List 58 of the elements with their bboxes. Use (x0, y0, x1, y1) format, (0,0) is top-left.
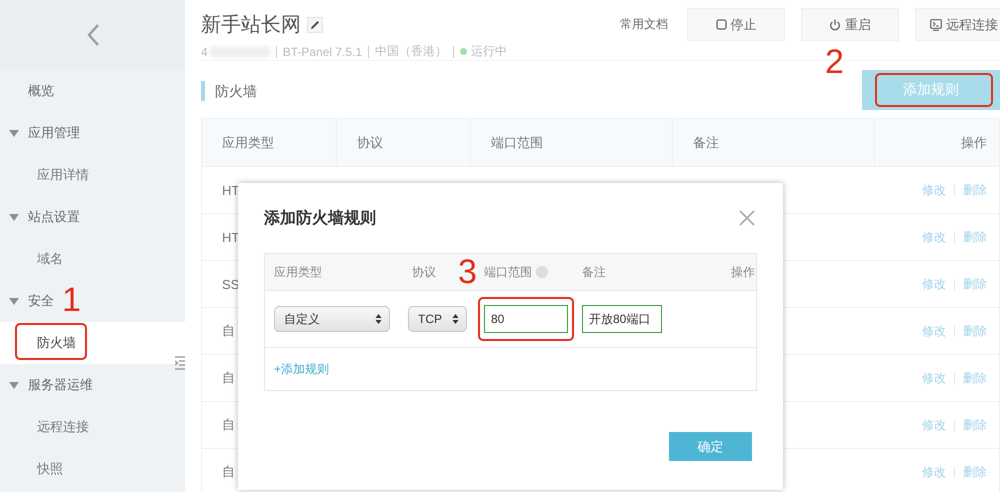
terminal-icon (930, 18, 942, 30)
column-header: 协议 (337, 119, 471, 166)
close-icon[interactable] (739, 210, 755, 226)
callout-number: 2 (825, 45, 844, 79)
protocol-select[interactable]: TCP (408, 306, 467, 332)
version-text: BT-Panel 7.5.1 (282, 44, 362, 58)
help-icon (536, 266, 548, 278)
sidebar-item[interactable]: 快照 (0, 448, 185, 490)
sidebar-group[interactable]: 服务器运维 (28, 376, 93, 394)
table-cell: 自 (222, 416, 235, 434)
add-rule-link[interactable]: +添加规则 (274, 360, 330, 378)
callout-number: 1 (62, 283, 81, 317)
table-cell: HT (222, 230, 240, 244)
square-icon (716, 19, 726, 30)
pencil-icon (307, 16, 323, 32)
table-cell: 自 (222, 369, 235, 387)
column-header: 操作 (731, 264, 755, 280)
table-cell: SS (222, 276, 240, 292)
sidebar-item[interactable]: 应用详情 (0, 154, 185, 196)
sidebar-group[interactable]: 安全 (28, 292, 54, 310)
status-text: 运行中 (471, 43, 508, 60)
callout-number: 3 (458, 255, 477, 289)
note-field[interactable]: 开放80端口 (582, 305, 662, 333)
column-header: 备注 (673, 119, 875, 166)
confirm-button[interactable]: 确定 (669, 432, 752, 461)
table-cell: HT (222, 182, 240, 198)
updown-arrows-icon (375, 313, 382, 325)
header-button[interactable]: 重启 (801, 8, 899, 41)
column-header: 应用类型 (274, 264, 322, 280)
table-cell: 自 (222, 322, 235, 340)
sidebar-item[interactable]: 域名 (0, 238, 185, 280)
sidebar-item[interactable]: 防火墙 (0, 322, 185, 364)
header-button[interactable]: 远程连接 (915, 8, 1000, 41)
header-button[interactable]: 停止 (687, 8, 785, 41)
chevron-left-icon (86, 23, 100, 47)
sidebar-item[interactable]: 概览 (0, 70, 185, 112)
column-header: 应用类型 (202, 119, 337, 166)
sidebar-group[interactable]: 站点设置 (28, 208, 80, 226)
ip-address: 4 (201, 44, 208, 58)
section-title: 防火墙 (201, 81, 257, 101)
column-header: 备注 (582, 264, 606, 280)
app-type-select[interactable]: 自定义 (274, 306, 390, 332)
table-cell: 自 (222, 463, 235, 481)
column-header: 端口范围 (471, 119, 673, 166)
updown-arrows-icon (452, 313, 459, 325)
site-title: 新手站长网 (201, 13, 301, 38)
column-header: 协议 (412, 264, 436, 280)
port-field[interactable]: 80 (484, 305, 568, 333)
highlight-box (15, 323, 87, 360)
collapse-handle-icon (175, 356, 185, 370)
sidebar-item[interactable]: 远程连接 (0, 406, 185, 448)
column-header: 操作 (960, 134, 988, 152)
docs-link[interactable]: 常用文档 (620, 16, 668, 33)
column-header: 端口范围 (484, 264, 532, 280)
power-icon (829, 18, 841, 30)
dialog-title: 添加防火墙规则 (264, 208, 376, 228)
sidebar-group[interactable]: 应用管理 (28, 124, 80, 142)
region-text: 中国（香港） (375, 43, 448, 60)
